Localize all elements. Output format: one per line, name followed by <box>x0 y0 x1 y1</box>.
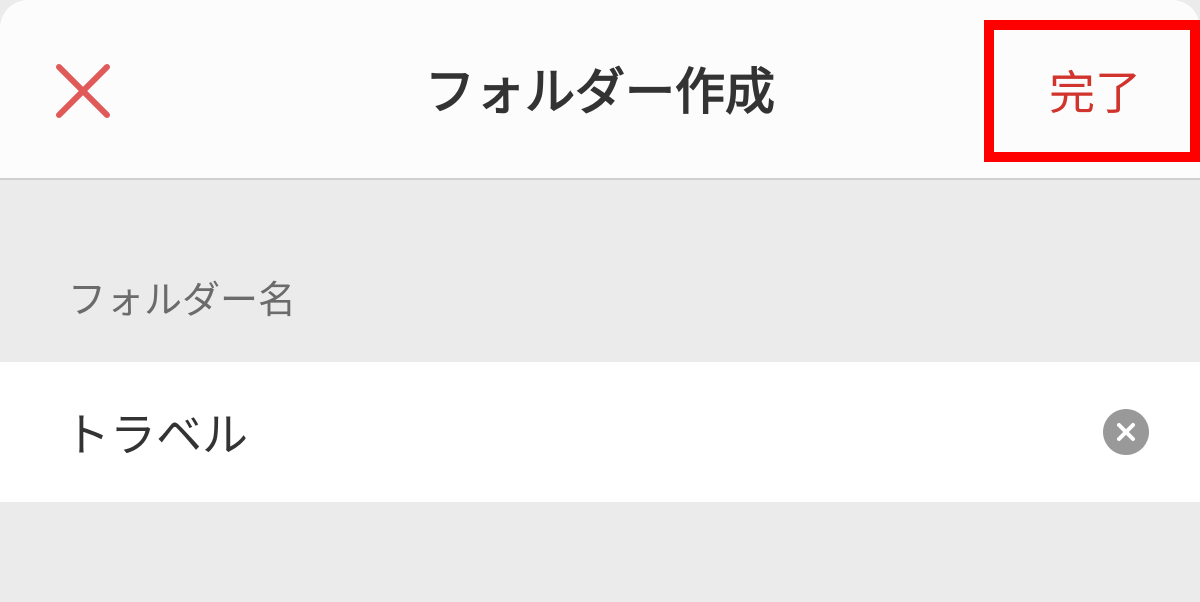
folder-name-row <box>0 362 1200 502</box>
folder-name-input[interactable] <box>64 392 1044 472</box>
create-folder-screen: フォルダー作成 完了 フォルダー名 <box>0 0 1200 602</box>
clear-input-button[interactable] <box>1103 409 1149 455</box>
done-button-highlight <box>984 20 1200 162</box>
folder-name-label: フォルダー名 <box>68 278 297 322</box>
page-title: フォルダー作成 <box>425 63 775 121</box>
close-x-icon <box>56 64 110 118</box>
clear-circle-x-icon <box>1117 423 1135 441</box>
close-button[interactable] <box>40 48 126 134</box>
